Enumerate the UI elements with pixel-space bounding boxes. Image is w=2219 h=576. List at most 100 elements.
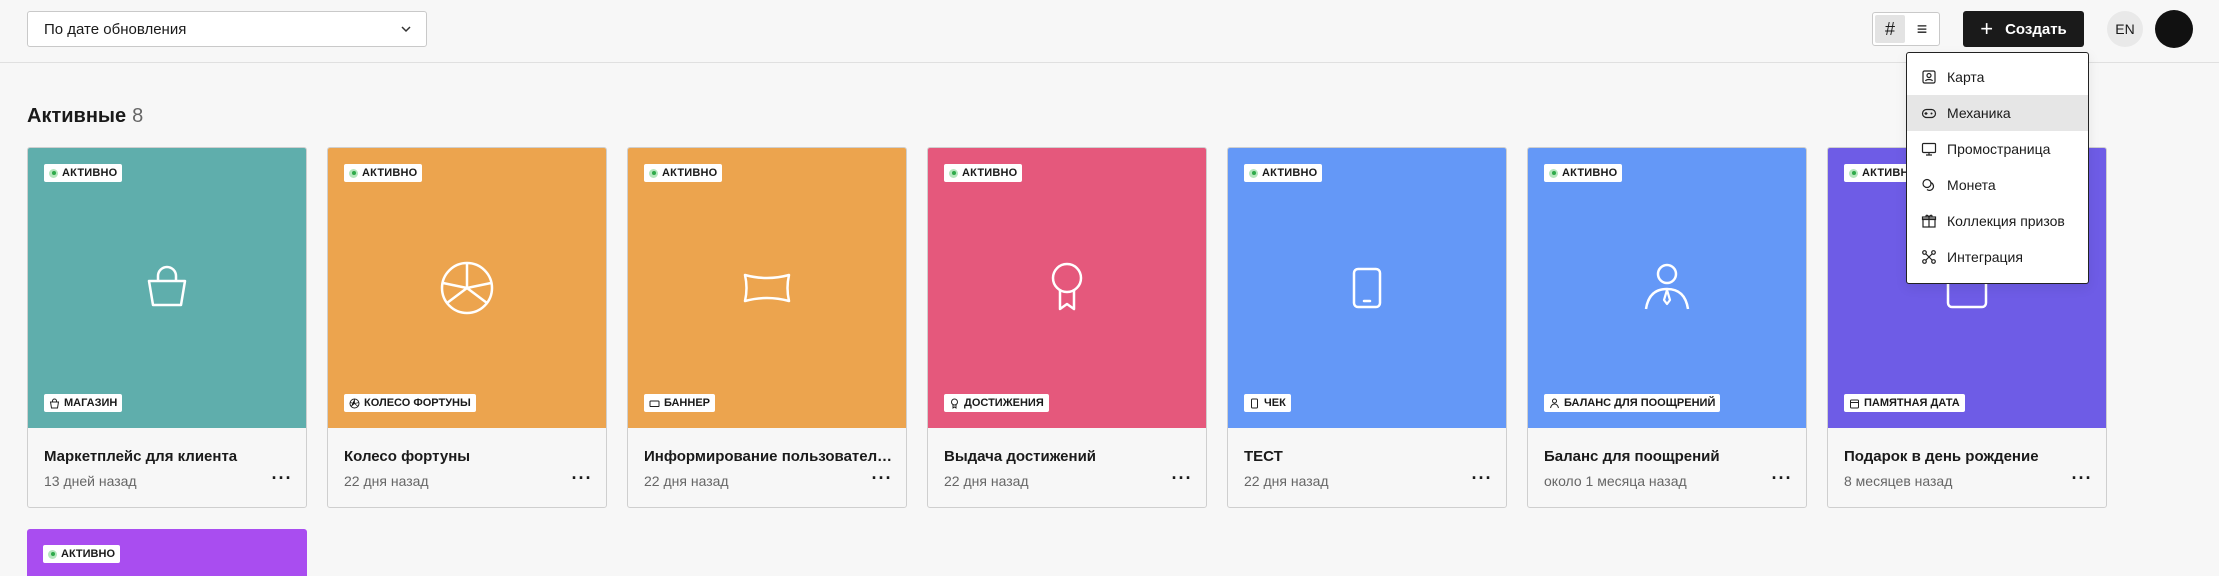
status-badge: АКТИВНО	[644, 164, 723, 182]
chevron-down-icon	[401, 26, 411, 33]
more-options-button[interactable]: ···	[270, 469, 294, 492]
create-button[interactable]: + Создать	[1963, 11, 2084, 47]
card-title: Подарок в день рождение	[1844, 448, 2039, 465]
type-badge: ЧЕК	[1244, 394, 1291, 412]
type-badge: ПАМЯТНАЯ ДАТА	[1844, 394, 1965, 412]
card-date: 22 дня назад	[344, 473, 429, 489]
wheel-icon	[440, 261, 494, 315]
shopping-bag-icon	[147, 265, 187, 307]
status-badge: АКТИВНО	[344, 164, 423, 182]
more-options-button[interactable]: ···	[1770, 469, 1794, 492]
section-title: Активные 8	[27, 105, 143, 128]
card-title: ТЕСТ	[1244, 448, 1283, 465]
campaign-card[interactable]: АКТИВНО БАННЕР Информирование пользовате…	[627, 147, 907, 508]
calendar-icon	[1850, 399, 1859, 408]
card-cover: АКТИВНО МАГАЗИН	[28, 148, 306, 428]
card-title: Баланс для поощрений	[1544, 448, 1720, 465]
card-date: 13 дней назад	[44, 473, 137, 489]
menu-item-label: Карта	[1947, 69, 1985, 85]
more-options-button[interactable]: ···	[2070, 469, 2094, 492]
status-label: АКТИВНО	[662, 167, 718, 179]
type-badge: БАЛАНС ДЛЯ ПООЩРЕНИЙ	[1544, 394, 1721, 412]
menu-item-card[interactable]: Карта	[1907, 59, 2088, 95]
banner-icon	[649, 400, 660, 407]
language-switch[interactable]: EN	[2107, 11, 2143, 47]
campaign-card[interactable]: АКТИВНО ЧЕК ТЕСТ 22 дня назад ···	[1227, 147, 1507, 508]
section-count: 8	[132, 105, 144, 127]
banner-icon	[743, 273, 791, 303]
status-label: АКТИВНО	[962, 167, 1018, 179]
status-badge: АКТИВНО	[1244, 164, 1323, 182]
menu-item-integration[interactable]: Интеграция	[1907, 239, 2088, 275]
status-label: АКТИВНО	[1562, 167, 1618, 179]
menu-item-label: Промостраница	[1947, 141, 2051, 157]
status-badge: АКТИВНО	[44, 164, 123, 182]
wheel-icon	[349, 398, 360, 408]
type-badge: МАГАЗИН	[44, 394, 123, 412]
card-title: Выдача достижений	[944, 448, 1097, 465]
card-date: 8 месяцев назад	[1844, 473, 1953, 489]
status-dot-icon	[48, 549, 57, 559]
create-menu: Карта Механика Промостраница Монета Колл…	[1906, 52, 2089, 284]
campaign-card[interactable]: АКТИВНО КОЛЕСО ФОРТУНЫ Колесо фортуны 22…	[327, 147, 607, 508]
status-dot-icon	[1549, 168, 1558, 178]
type-label: БАЛАНС ДЛЯ ПООЩРЕНИЙ	[1564, 397, 1716, 409]
status-badge: АКТИВНО	[43, 545, 121, 563]
status-badge: АКТИВНО	[944, 164, 1023, 182]
avatar[interactable]	[2155, 10, 2193, 48]
more-options-button[interactable]: ···	[570, 469, 594, 492]
menu-item-label: Интеграция	[1947, 249, 2023, 265]
status-dot-icon	[1849, 168, 1858, 178]
plus-icon: +	[1980, 16, 1994, 41]
tablet-icon	[1352, 267, 1382, 309]
type-badge: КОЛЕСО ФОРТУНЫ	[344, 394, 476, 412]
card-title: Информирование пользователе...	[644, 448, 894, 465]
shopping-bag-icon	[49, 398, 60, 408]
card-cover: АКТИВНО КОЛЕСО ФОРТУНЫ	[328, 148, 606, 428]
campaign-card-partial[interactable]: АКТИВНО	[27, 529, 307, 576]
grid-view-button[interactable]: #	[1875, 15, 1905, 43]
card-title: Маркетплейс для клиента	[44, 448, 238, 465]
menu-item-prize-collection[interactable]: Коллекция призов	[1907, 203, 2088, 239]
gamepad-icon	[1921, 108, 1937, 119]
type-label: ЧЕК	[1264, 397, 1286, 409]
create-button-label: Создать	[2005, 20, 2067, 38]
award-icon	[951, 398, 958, 409]
status-label: АКТИВНО	[61, 548, 116, 560]
menu-item-coin[interactable]: Монета	[1907, 167, 2088, 203]
card-date: 22 дня назад	[644, 473, 729, 489]
status-dot-icon	[949, 168, 958, 178]
card-cover: АКТИВНО БАЛАНС ДЛЯ ПООЩРЕНИЙ	[1528, 148, 1806, 428]
campaign-card[interactable]: АКТИВНО ДОСТИЖЕНИЯ Выдача достижений 22 …	[927, 147, 1207, 508]
type-label: КОЛЕСО ФОРТУНЫ	[364, 397, 471, 409]
more-options-button[interactable]: ···	[1470, 469, 1494, 492]
menu-item-label: Коллекция призов	[1947, 213, 2065, 229]
card-date: около 1 месяца назад	[1544, 473, 1687, 489]
menu-item-label: Механика	[1947, 105, 2011, 121]
menu-item-promo-page[interactable]: Промостраница	[1907, 131, 2088, 167]
card-date: 22 дня назад	[1244, 473, 1329, 489]
gift-icon	[1921, 214, 1937, 228]
integration-icon	[1922, 250, 1936, 264]
status-dot-icon	[49, 168, 58, 178]
type-label: ДОСТИЖЕНИЯ	[964, 397, 1044, 409]
tablet-icon	[1251, 398, 1258, 408]
more-options-button[interactable]: ···	[1170, 469, 1194, 492]
status-badge: АКТИВНО	[1544, 164, 1623, 182]
coins-icon	[1922, 178, 1935, 191]
menu-item-mechanics[interactable]: Механика	[1907, 95, 2088, 131]
card-cover: АКТИВНО ЧЕК	[1228, 148, 1506, 428]
list-view-button[interactable]: ≡	[1907, 15, 1937, 43]
more-options-button[interactable]: ···	[870, 469, 894, 492]
sort-select[interactable]: По дате обновления	[27, 11, 427, 47]
status-dot-icon	[1249, 168, 1258, 178]
person-icon	[1644, 263, 1690, 310]
card-cover: АКТИВНО ДОСТИЖЕНИЯ	[928, 148, 1206, 428]
card-icon	[1922, 70, 1936, 84]
status-label: АКТИВНО	[1262, 167, 1318, 179]
campaign-card[interactable]: АКТИВНО БАЛАНС ДЛЯ ПООЩРЕНИЙ Баланс для …	[1527, 147, 1807, 508]
card-cover: АКТИВНО БАННЕР	[628, 148, 906, 428]
type-badge: БАННЕР	[644, 394, 715, 412]
campaign-card[interactable]: АКТИВНО МАГАЗИН Маркетплейс для клиента …	[27, 147, 307, 508]
status-label: АКТИВНО	[362, 167, 418, 179]
